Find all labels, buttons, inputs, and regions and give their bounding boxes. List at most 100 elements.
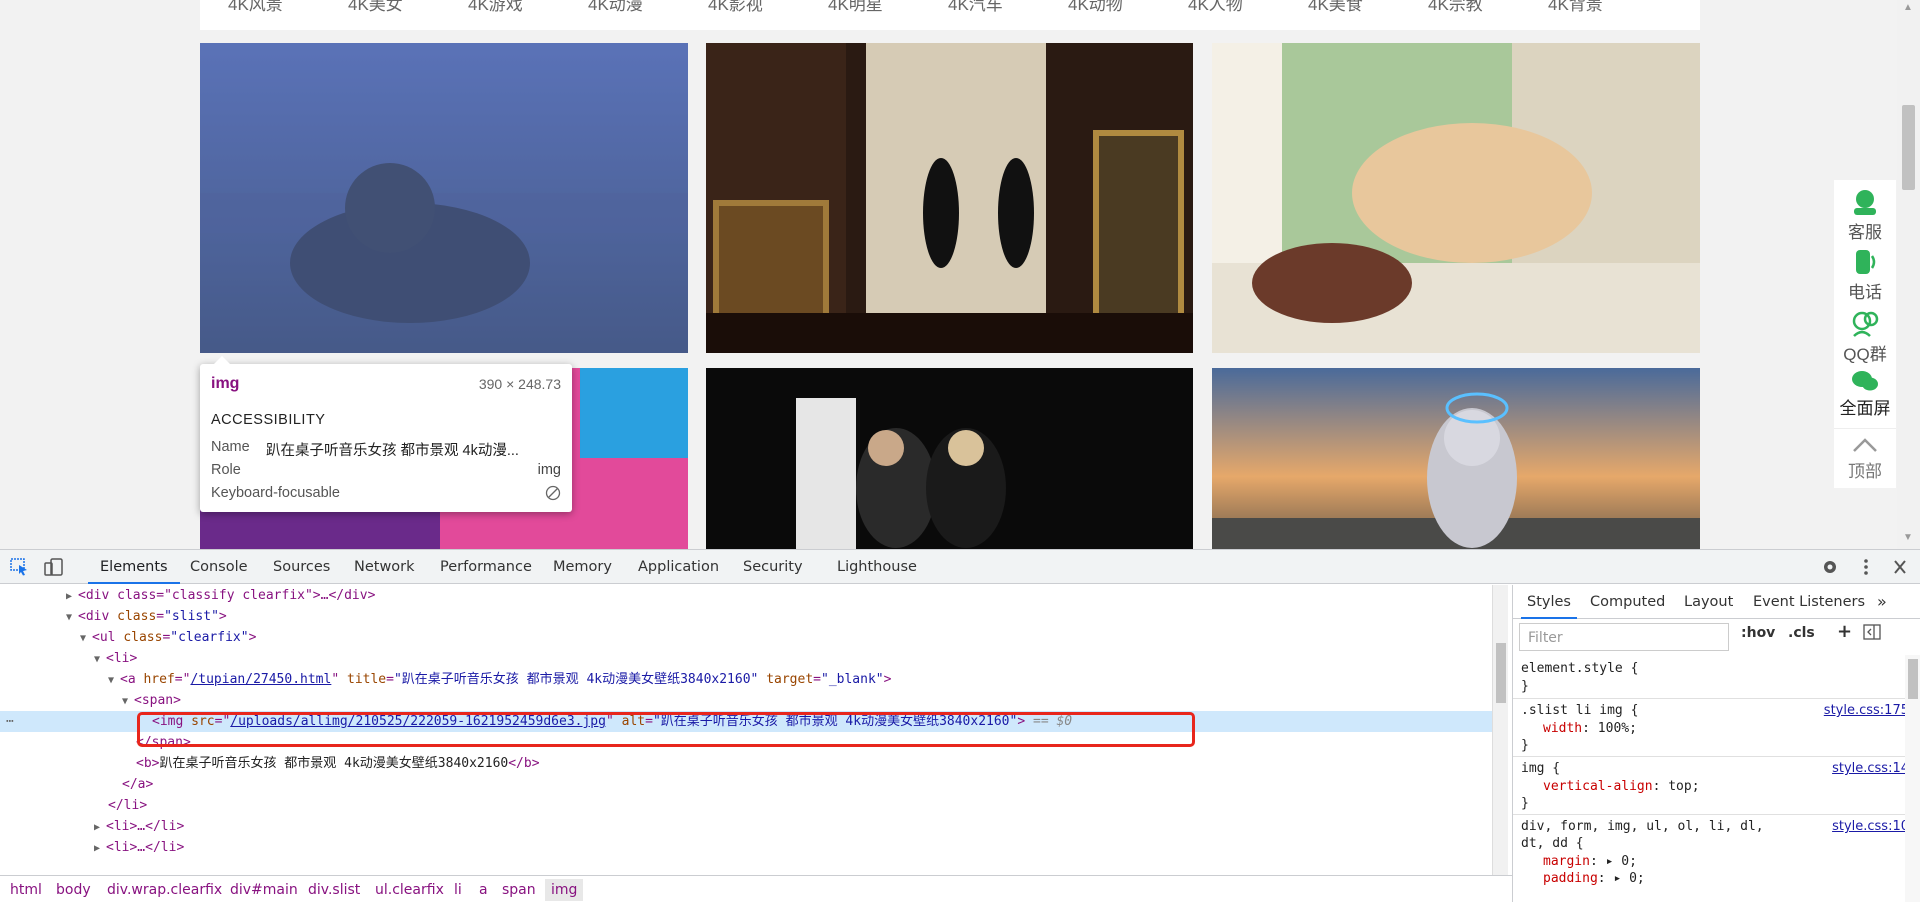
- wallpaper-thumbnail[interactable]: [706, 368, 1193, 549]
- dom-node[interactable]: ▼ <div class="slist">: [0, 606, 1492, 627]
- dom-node[interactable]: ▶ <div class="classify clearfix">…</div>: [0, 585, 1492, 606]
- breadcrumb-item[interactable]: div.wrap.clearfix: [107, 882, 222, 898]
- cls-toggle[interactable]: .cls: [1788, 625, 1815, 641]
- breadcrumb-item[interactable]: html: [10, 882, 42, 898]
- scroll-down-icon[interactable]: ▼: [1903, 532, 1913, 543]
- gear-icon[interactable]: [1820, 558, 1840, 576]
- nav-item[interactable]: 4K美食: [1308, 0, 1363, 15]
- style-source-link[interactable]: style.css:175: [1824, 703, 1909, 718]
- dom-node[interactable]: ▼ <a href="/tupian/27450.html" title="趴在桌…: [0, 669, 1492, 690]
- hov-toggle[interactable]: :hov: [1741, 625, 1775, 641]
- nav-item[interactable]: 4K宗教: [1428, 0, 1483, 15]
- nav-item[interactable]: 4K风景: [228, 0, 283, 15]
- float-back-to-top[interactable]: 顶部: [1834, 428, 1896, 482]
- nav-item[interactable]: 4K影视: [708, 0, 763, 15]
- styles-filter-input[interactable]: Filter: [1519, 623, 1729, 651]
- dom-node[interactable]: ▶ <li>…</li>: [0, 816, 1492, 837]
- scrollbar-thumb[interactable]: [1908, 659, 1918, 699]
- highlight-annotation-box: [137, 712, 1195, 747]
- nav-item[interactable]: 4K动物: [1068, 0, 1123, 15]
- tab-styles[interactable]: Styles: [1521, 585, 1577, 619]
- wallpaper-thumbnail[interactable]: [1212, 43, 1700, 353]
- style-source-link[interactable]: style.css:10: [1832, 819, 1909, 834]
- not-allowed-icon: [545, 485, 561, 505]
- add-rule-icon[interactable]: +: [1837, 621, 1852, 642]
- breadcrumb-item[interactable]: span: [502, 882, 536, 898]
- expand-arrow-icon[interactable]: ▶: [66, 586, 78, 607]
- breadcrumb-item[interactable]: div.slist: [308, 882, 360, 898]
- breadcrumb-item[interactable]: li: [454, 882, 462, 898]
- breadcrumb-item[interactable]: body: [56, 882, 91, 898]
- wallpaper-thumbnail[interactable]: [1212, 368, 1700, 549]
- nav-item[interactable]: 4K背景: [1548, 0, 1603, 15]
- toggle-sidebar-icon[interactable]: [1863, 623, 1881, 645]
- dom-node[interactable]: ▼ <span>: [0, 690, 1492, 711]
- css-property[interactable]: vertical-align: top;: [1543, 779, 1700, 794]
- styles-scrollbar[interactable]: [1905, 655, 1920, 902]
- tooltip-tag: img: [211, 375, 240, 392]
- close-icon[interactable]: [1890, 558, 1910, 576]
- dom-node[interactable]: ▼ <ul class="clearfix">: [0, 627, 1492, 648]
- devtools-tabbar: Elements Console Sources Network Perform…: [0, 550, 1920, 584]
- page-scrollbar[interactable]: ▲ ▼: [1897, 0, 1920, 549]
- tab-event-listeners[interactable]: Event Listeners: [1753, 585, 1865, 619]
- nav-item[interactable]: 4K汽车: [948, 0, 1003, 15]
- float-phone[interactable]: 电话: [1834, 248, 1896, 303]
- tab-memory[interactable]: Memory: [553, 550, 612, 584]
- css-property[interactable]: padding: ▸ 0;: [1543, 871, 1645, 886]
- tab-network[interactable]: Network: [354, 550, 415, 584]
- breadcrumb-item[interactable]: ul.clearfix: [375, 882, 444, 898]
- collapse-arrow-icon[interactable]: ▼: [66, 607, 78, 628]
- tab-console[interactable]: Console: [190, 550, 248, 584]
- scroll-up-icon[interactable]: ▲: [1903, 2, 1913, 13]
- float-customer-service[interactable]: 客服: [1834, 188, 1896, 243]
- scrollbar-thumb[interactable]: [1496, 643, 1506, 703]
- tooltip-row-value: img: [537, 462, 561, 478]
- dom-node[interactable]: <b>趴在桌子听音乐女孩 都市景观 4k动漫美女壁纸3840x2160</b>: [0, 753, 1492, 774]
- breadcrumb-item[interactable]: a: [479, 882, 488, 898]
- more-options-icon[interactable]: [1856, 558, 1876, 576]
- css-property[interactable]: width: 100%;: [1543, 721, 1637, 736]
- float-fullscreen[interactable]: 全面屏: [1834, 370, 1896, 419]
- nav-item[interactable]: 4K游戏: [468, 0, 523, 15]
- nav-item[interactable]: 4K动漫: [588, 0, 643, 15]
- tab-elements[interactable]: Elements: [88, 550, 180, 584]
- expand-arrow-icon[interactable]: ▶: [94, 817, 106, 838]
- dom-node[interactable]: </a>: [0, 774, 1492, 795]
- dom-node[interactable]: ▼ <li>: [0, 648, 1492, 669]
- category-nav: 4K风景 4K美女 4K游戏 4K动漫 4K影视 4K明星 4K汽车 4K动物 …: [200, 0, 1700, 30]
- tab-sources[interactable]: Sources: [273, 550, 330, 584]
- href-link[interactable]: /tupian/27450.html: [190, 672, 331, 687]
- device-toolbar-icon[interactable]: [44, 558, 64, 576]
- wallpaper-thumbnail[interactable]: [706, 43, 1193, 353]
- dom-tree-scrollbar[interactable]: [1492, 585, 1508, 875]
- tooltip-row-label: Keyboard-focusable: [211, 485, 340, 501]
- float-qq-group[interactable]: QQ群: [1834, 310, 1896, 365]
- collapse-arrow-icon[interactable]: ▼: [122, 691, 134, 712]
- wallpaper-thumbnail[interactable]: [200, 43, 688, 353]
- nav-item[interactable]: 4K美女: [348, 0, 403, 15]
- tab-lighthouse[interactable]: Lighthouse: [837, 550, 917, 584]
- scrollbar-thumb[interactable]: [1902, 105, 1915, 190]
- css-property[interactable]: margin: ▸ 0;: [1543, 854, 1637, 869]
- tab-security[interactable]: Security: [743, 550, 803, 584]
- more-actions-icon[interactable]: ⋯: [6, 711, 14, 732]
- css-rule: .slist li img { style.css:175 width: 100…: [1513, 699, 1920, 757]
- inspect-element-icon[interactable]: [10, 558, 30, 576]
- breadcrumb-item-current[interactable]: img: [545, 879, 584, 901]
- expand-arrow-icon[interactable]: ▶: [94, 838, 106, 859]
- style-source-link[interactable]: style.css:14: [1832, 761, 1909, 776]
- collapse-arrow-icon[interactable]: ▼: [108, 670, 120, 691]
- more-tabs-icon[interactable]: »: [1877, 585, 1887, 619]
- tab-computed[interactable]: Computed: [1590, 585, 1665, 619]
- dom-node[interactable]: ▶ <li>…</li>: [0, 837, 1492, 858]
- tab-layout[interactable]: Layout: [1684, 585, 1733, 619]
- collapse-arrow-icon[interactable]: ▼: [80, 628, 92, 649]
- nav-item[interactable]: 4K人物: [1188, 0, 1243, 15]
- nav-item[interactable]: 4K明星: [828, 0, 883, 15]
- dom-node[interactable]: </li>: [0, 795, 1492, 816]
- tab-performance[interactable]: Performance: [440, 550, 532, 584]
- collapse-arrow-icon[interactable]: ▼: [94, 649, 106, 670]
- breadcrumb-item[interactable]: div#main: [230, 882, 298, 898]
- tab-application[interactable]: Application: [638, 550, 719, 584]
